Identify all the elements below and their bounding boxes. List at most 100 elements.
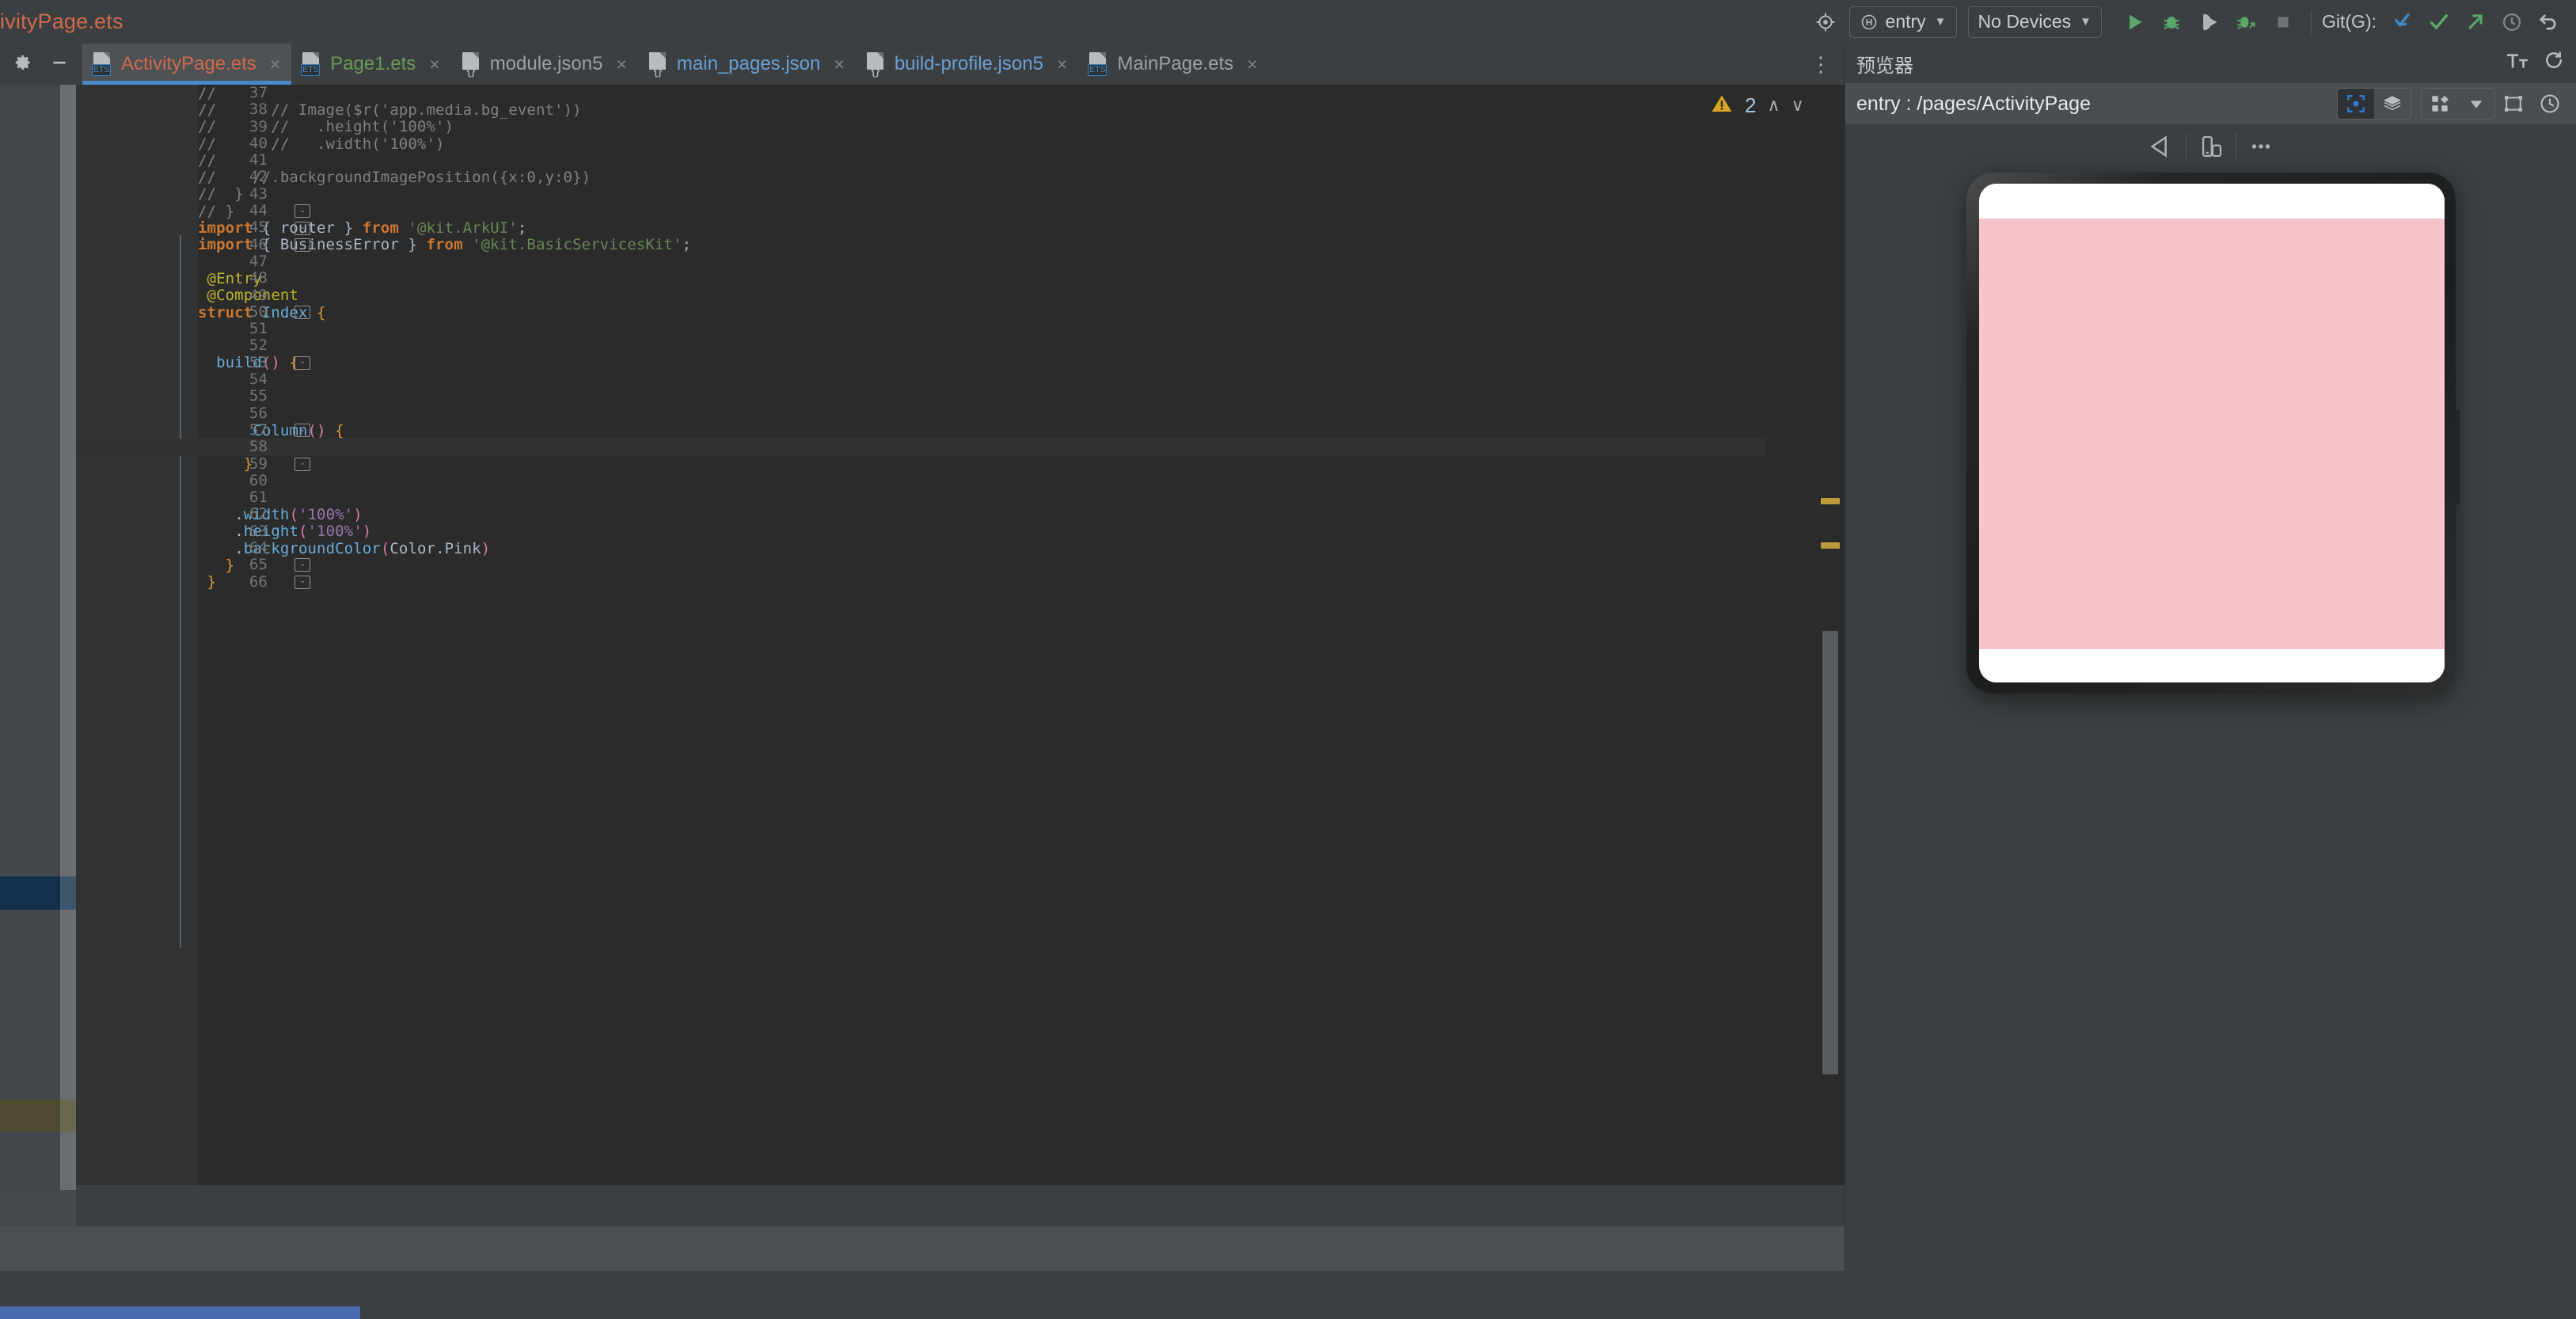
code-line[interactable]: 58 xyxy=(76,438,1765,456)
phone-mockup[interactable] xyxy=(1966,173,2460,694)
module-selector[interactable]: entry ▼ xyxy=(1848,6,1957,38)
fold-toggle-icon[interactable]: - xyxy=(291,304,313,321)
git-commit-icon[interactable] xyxy=(2421,4,2457,40)
next-problem-button[interactable]: ∨ xyxy=(1791,95,1804,116)
fold-toggle-icon[interactable]: - xyxy=(291,219,313,236)
code-line[interactable]: 50- struct Index { xyxy=(198,303,1765,321)
previewer-header-actions xyxy=(2506,44,2565,83)
code-line[interactable]: 42// //.backgroundImagePosition({x:0,y:0… xyxy=(198,169,1765,186)
code-line[interactable]: 63 .height('100%') xyxy=(198,523,1765,540)
code-line[interactable]: 59-} xyxy=(198,455,1765,473)
code-line[interactable]: 52 xyxy=(198,337,1765,355)
inspection-widget[interactable]: 2 ∧ ∨ xyxy=(1694,85,1845,126)
target-icon[interactable] xyxy=(1807,4,1844,40)
component-grid-caret[interactable] xyxy=(2458,89,2494,119)
code-line[interactable]: 47 xyxy=(198,253,1765,270)
minimize-icon[interactable] xyxy=(49,52,70,77)
refresh-icon[interactable] xyxy=(2543,50,2565,78)
previewer-tools xyxy=(2327,83,2568,124)
rotate-device-icon[interactable] xyxy=(2187,124,2236,169)
code-line[interactable]: 61 xyxy=(198,488,1765,506)
editor-tab-mainpage-ets[interactable]: ETS MainPage.ets × xyxy=(1078,44,1268,85)
code-line[interactable]: 64 .backgroundColor(Color.Pink) xyxy=(198,539,1765,557)
code-line[interactable]: 38// // Image($r('app.media.bg_event')) xyxy=(198,101,1765,118)
strip-edge-selection xyxy=(60,876,76,910)
code-lines[interactable]: 37//38// // Image($r('app.media.bg_event… xyxy=(76,85,1765,1185)
code-line[interactable]: 39// // .height('100%') xyxy=(198,118,1765,135)
git-history-icon[interactable] xyxy=(2494,4,2530,40)
code-line[interactable]: 60 xyxy=(198,472,1765,489)
editor-tab-module-json5[interactable]: {} module.json5 × xyxy=(451,44,638,85)
phone-app-body[interactable] xyxy=(1978,219,2445,649)
close-icon[interactable]: × xyxy=(616,54,626,75)
code-line[interactable]: 40// // .width('100%') xyxy=(198,135,1765,152)
device-selector[interactable]: No Devices ▼ xyxy=(1967,6,2102,38)
close-icon[interactable]: × xyxy=(270,54,280,75)
code-line[interactable]: 43// } xyxy=(198,185,1765,203)
close-icon[interactable]: × xyxy=(834,54,844,75)
fold-toggle-icon[interactable]: - xyxy=(291,574,313,591)
attach-debugger-icon[interactable] xyxy=(2228,4,2263,40)
code-line[interactable]: 48 @Entry xyxy=(198,269,1765,287)
scrollbar-warning-marker[interactable] xyxy=(1821,542,1840,549)
inspect-target-icon[interactable] xyxy=(2338,89,2374,119)
debug-icon[interactable] xyxy=(2154,4,2189,40)
component-grid-icon[interactable] xyxy=(2422,89,2458,119)
code-folding-gutter[interactable] xyxy=(163,85,198,1185)
code-line[interactable]: 49 @Component xyxy=(198,287,1765,304)
phone-navbar xyxy=(1978,649,2445,682)
fold-toggle-icon[interactable]: - xyxy=(291,355,313,371)
code-area[interactable]: 37//38// // Image($r('app.media.bg_event… xyxy=(76,85,1765,1185)
clock-icon[interactable] xyxy=(2532,88,2568,120)
fold-toggle-icon[interactable]: - xyxy=(291,456,313,473)
code-line[interactable]: 51 xyxy=(198,320,1765,337)
code-line[interactable]: 56 xyxy=(198,405,1765,422)
stop-icon[interactable] xyxy=(2266,4,2301,40)
code-line[interactable]: 41// xyxy=(198,151,1765,169)
fold-toggle-icon[interactable]: - xyxy=(291,422,313,439)
font-size-icon[interactable] xyxy=(2506,51,2529,77)
background-task-progress xyxy=(0,1306,360,1319)
code-line[interactable]: 45- import { router } from '@kit.ArkUI'; xyxy=(198,219,1765,237)
editor-tab-activitypage-ets[interactable]: ETS ActivityPage.ets × xyxy=(82,44,292,85)
code-line[interactable]: 66-} xyxy=(198,573,1765,591)
code-line[interactable]: 54 xyxy=(198,371,1765,388)
git-rollback-icon[interactable] xyxy=(2530,4,2567,40)
git-push-icon[interactable] xyxy=(2457,4,2494,40)
prev-problem-button[interactable]: ∧ xyxy=(1767,95,1780,116)
editor-tab-build-profile-json5[interactable]: {} build-profile.json5 × xyxy=(856,44,1079,85)
scrollbar-thumb[interactable] xyxy=(1822,631,1838,1074)
editor-tab-page1-ets[interactable]: ETS Page1.ets × xyxy=(291,44,451,85)
run-controls xyxy=(2117,4,2301,40)
fold-toggle-icon[interactable]: - xyxy=(291,557,313,573)
code-line[interactable]: 57- Column() { xyxy=(198,421,1765,439)
back-triangle-icon[interactable] xyxy=(2137,124,2186,169)
code-line[interactable]: 37// xyxy=(198,85,1765,102)
run-coverage-icon[interactable] xyxy=(2191,4,2226,40)
tab-list-more-button[interactable]: ⋮ xyxy=(1797,44,1845,85)
run-icon[interactable] xyxy=(2117,4,2152,40)
fold-toggle-icon[interactable]: - xyxy=(291,203,313,219)
code-line[interactable]: 44-// } xyxy=(198,202,1765,220)
code-line[interactable]: 65-} xyxy=(198,557,1765,574)
gear-icon[interactable] xyxy=(13,52,33,77)
phone-screen[interactable] xyxy=(1978,184,2445,682)
close-icon[interactable]: × xyxy=(1247,54,1257,75)
more-dots-icon[interactable] xyxy=(2236,124,2285,169)
component-grid-group xyxy=(2421,88,2495,120)
show-bounds-icon[interactable] xyxy=(2495,88,2532,120)
fold-toggle-icon[interactable]: - xyxy=(291,237,313,253)
code-line[interactable]: 46 - import { BusinessError } from '@kit.B… xyxy=(198,236,1765,253)
phone-statusbar xyxy=(1978,184,2445,219)
git-update-icon[interactable] xyxy=(2384,4,2421,40)
layers-icon[interactable] xyxy=(2374,89,2411,119)
code-line[interactable]: 55 xyxy=(198,388,1765,405)
scrollbar-warning-marker[interactable] xyxy=(1821,498,1840,504)
close-icon[interactable]: × xyxy=(429,54,439,75)
editor-tab-main-pages-json[interactable]: {} main_pages.json × xyxy=(638,44,856,85)
close-icon[interactable]: × xyxy=(1057,54,1067,75)
editor-scrollbar[interactable] xyxy=(1821,132,1840,1179)
code-line[interactable]: 62 .width('100%') xyxy=(198,506,1765,523)
code-line[interactable]: 53- build() { xyxy=(198,354,1765,371)
previewer-panel: 预览器 entry : /pages/ActivityPage xyxy=(1845,44,2576,1279)
